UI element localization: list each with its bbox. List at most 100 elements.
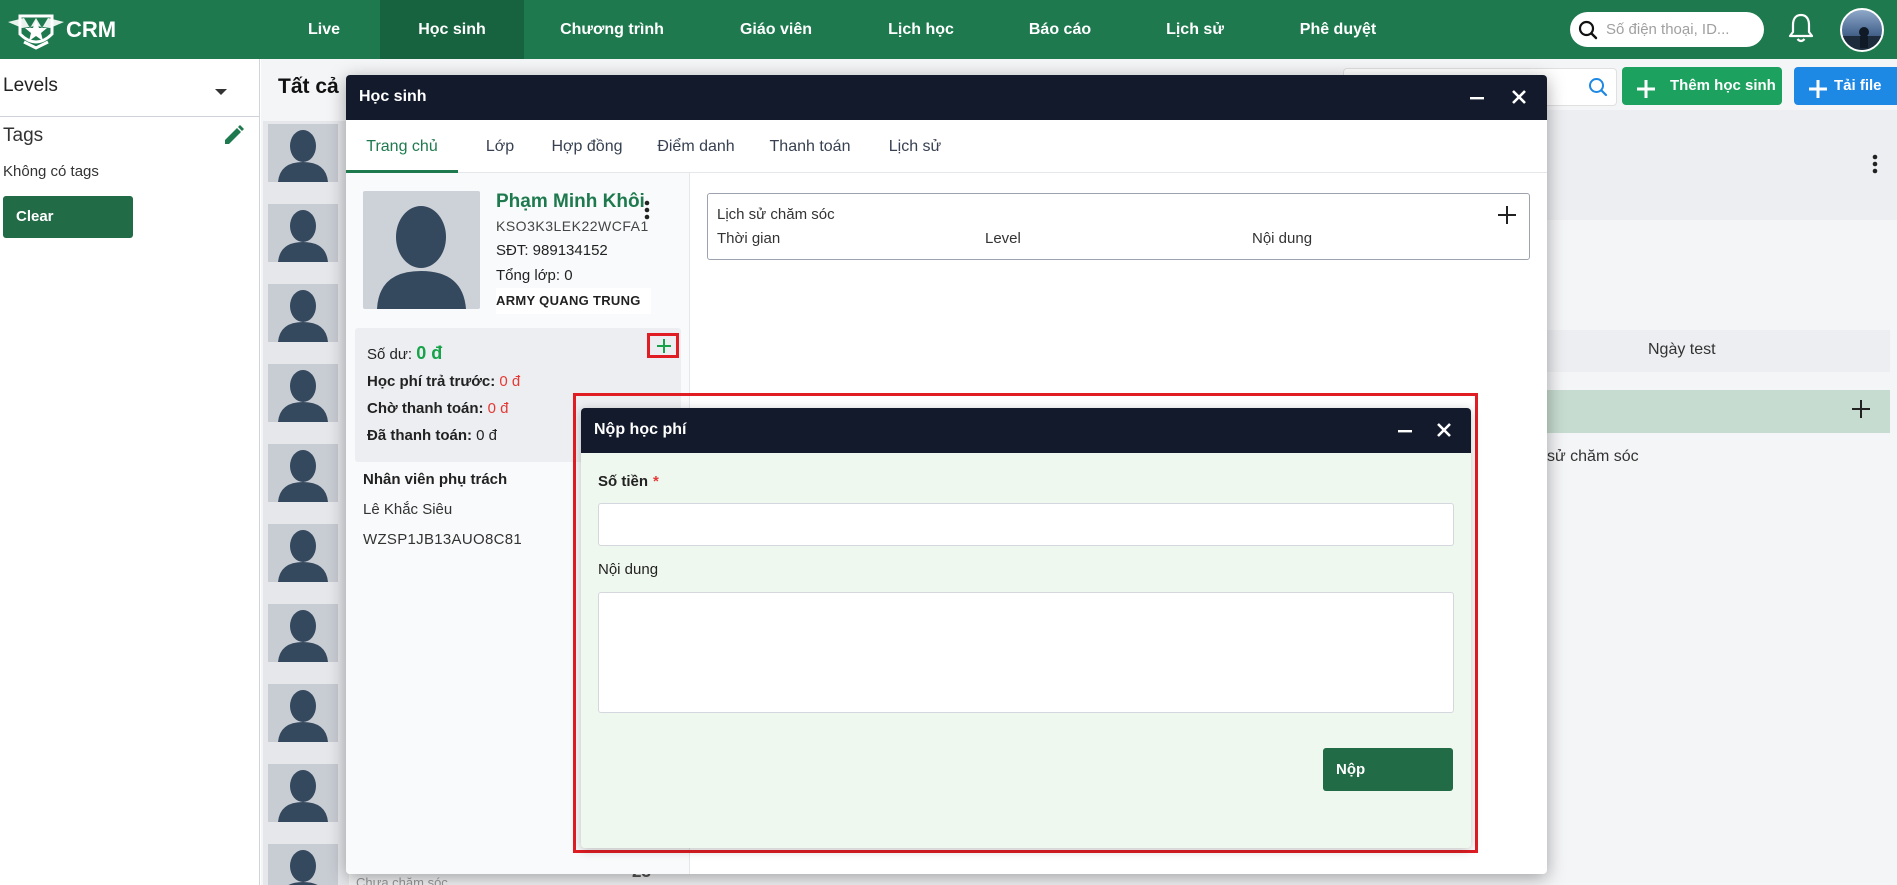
prepaid-value: 0 đ (499, 373, 521, 390)
nav-live[interactable]: Live (296, 0, 352, 59)
paid-value: 0 đ (476, 427, 498, 444)
student-avatar-thumb[interactable] (268, 684, 338, 742)
student-dialog-title: Học sinh (359, 88, 427, 105)
filter-sidebar: Levels Tags Không có tags Clear (0, 59, 260, 885)
brand-name[interactable]: CRM (66, 17, 116, 43)
paid-label: Đã thanh toán: (367, 427, 472, 444)
plus-icon (1808, 76, 1828, 114)
prepaid-label: Học phí trả trước: (367, 373, 496, 390)
student-branch-badge: ARMY QUANG TRUNG (496, 288, 651, 314)
student-total-classes: Tổng lớp: 0 (496, 267, 573, 284)
nav-students[interactable]: Học sinh (380, 0, 524, 59)
student-avatar-thumb[interactable] (268, 284, 338, 342)
notification-bell-icon[interactable] (1786, 12, 1816, 49)
care-history-label-text: sử chăm sóc (1547, 448, 1639, 465)
pending-row: Chờ thanh toán: 0 đ (367, 400, 509, 417)
tab-payments[interactable]: Thanh toán (760, 120, 860, 173)
student-name: Phạm Minh Khôi (496, 191, 645, 212)
top-nav-bar: CRM Live Học sinh Chương trình Giáo viên… (0, 0, 1897, 59)
close-icon[interactable] (1434, 420, 1454, 445)
balance-row: Số dư: 0 đ (367, 343, 442, 364)
amount-input[interactable] (598, 503, 1454, 546)
user-avatar[interactable] (1840, 8, 1884, 52)
tab-history[interactable]: Lịch sử (874, 120, 956, 173)
care-history-title: Lịch sử chăm sóc (717, 206, 835, 223)
payment-dialog-title: Nộp học phí (594, 421, 687, 438)
army-logo-icon[interactable] (6, 6, 66, 52)
global-search-input[interactable] (1606, 17, 1756, 42)
student-avatar-thumb[interactable] (268, 524, 338, 582)
pending-value: 0 đ (487, 400, 509, 417)
content-label: Nội dung (598, 561, 659, 578)
student-phone: SĐT: 989134152 (496, 242, 608, 259)
tab-home[interactable]: Trang chủ (346, 120, 458, 173)
student-avatar-thumb[interactable] (268, 364, 338, 422)
tab-attendance[interactable]: Điểm danh (646, 120, 746, 173)
add-payment-button[interactable] (647, 333, 679, 358)
student-avatar-thumb[interactable] (268, 204, 338, 262)
student-code: KSO3K3LEK22WCFA1 (496, 218, 649, 234)
plus-icon (1636, 76, 1656, 114)
student-avatar-thumb[interactable] (268, 844, 338, 885)
care-column-time: Thời gian (717, 230, 781, 247)
nav-schedule[interactable]: Lịch học (876, 0, 966, 59)
student-dialog-header: Học sinh (346, 75, 1547, 120)
student-avatar-thumb[interactable] (268, 604, 338, 662)
pending-label: Chờ thanh toán: (367, 400, 484, 417)
balance-label: Số dư: (367, 346, 413, 363)
add-care-plus-icon[interactable] (1852, 400, 1870, 423)
payment-dialog: Nộp học phí Số tiền * Nội dung Nộp (581, 408, 1471, 848)
staff-code: WZSP1JB13AUO8C81 (363, 531, 523, 548)
content-textarea[interactable] (598, 592, 1454, 713)
required-mark: * (653, 473, 659, 490)
nav-history[interactable]: Lịch sử (1160, 0, 1230, 59)
detail-header-area (1547, 110, 1897, 220)
staff-title: Nhân viên phụ trách (363, 471, 508, 488)
divider (0, 116, 260, 117)
edit-pencil-icon[interactable] (222, 123, 246, 152)
levels-dropdown-label[interactable]: Levels (3, 75, 58, 97)
test-date-column-header: Ngày test (1648, 341, 1716, 358)
student-photo[interactable] (363, 191, 480, 309)
tab-contracts[interactable]: Hợp đồng (542, 120, 632, 173)
minimize-icon[interactable] (1467, 87, 1487, 112)
minimize-icon[interactable] (1395, 420, 1415, 445)
nav-approvals[interactable]: Phê duyệt (1296, 0, 1380, 59)
detail-table-header (1547, 330, 1890, 372)
payment-dialog-header: Nộp học phí (581, 408, 1471, 453)
search-icon (1588, 77, 1608, 102)
list-title: Tất cả (278, 75, 339, 98)
student-tabs: Trang chủ Lớp Hợp đồng Điểm danh Thanh t… (346, 120, 1547, 173)
close-icon[interactable] (1509, 87, 1529, 112)
more-options-icon[interactable] (1872, 154, 1878, 179)
row-status-text: Chưa chăm sóc (356, 875, 448, 885)
clear-button[interactable]: Clear (3, 196, 133, 238)
care-history-label: sử chăm sóc (1547, 448, 1639, 466)
student-avatar-thumb[interactable] (268, 444, 338, 502)
upload-file-label: Tải file (1834, 77, 1882, 94)
student-avatar-thumb[interactable] (268, 124, 338, 182)
tab-classes[interactable]: Lớp (472, 120, 528, 173)
nav-programs[interactable]: Chương trình (552, 0, 672, 59)
global-search[interactable] (1570, 12, 1764, 47)
care-history-bar (1547, 390, 1890, 433)
amount-label: Số tiền * (598, 473, 659, 490)
search-icon (1578, 20, 1598, 45)
staff-name: Lê Khắc Siêu (363, 501, 453, 518)
nav-teachers[interactable]: Giáo viên (730, 0, 822, 59)
caret-down-icon[interactable] (214, 83, 228, 101)
care-column-level: Level (985, 230, 1021, 247)
nav-reports[interactable]: Báo cáo (1020, 0, 1100, 59)
care-column-content: Nội dung (1252, 230, 1313, 247)
add-care-plus-icon[interactable] (1498, 206, 1516, 229)
tags-title: Tags (3, 125, 44, 146)
paid-row: Đã thanh toán: 0 đ (367, 427, 497, 444)
submit-payment-button[interactable]: Nộp (1323, 748, 1453, 791)
student-avatar-thumb[interactable] (268, 764, 338, 822)
no-tags-text: Không có tags (3, 163, 99, 180)
balance-value: 0 đ (416, 343, 443, 363)
prepaid-row: Học phí trả trước: 0 đ (367, 373, 520, 390)
upload-file-button[interactable]: Tải file (1794, 67, 1897, 105)
add-student-button[interactable]: Thêm học sinh (1622, 67, 1782, 105)
add-student-label: Thêm học sinh (1670, 77, 1776, 94)
